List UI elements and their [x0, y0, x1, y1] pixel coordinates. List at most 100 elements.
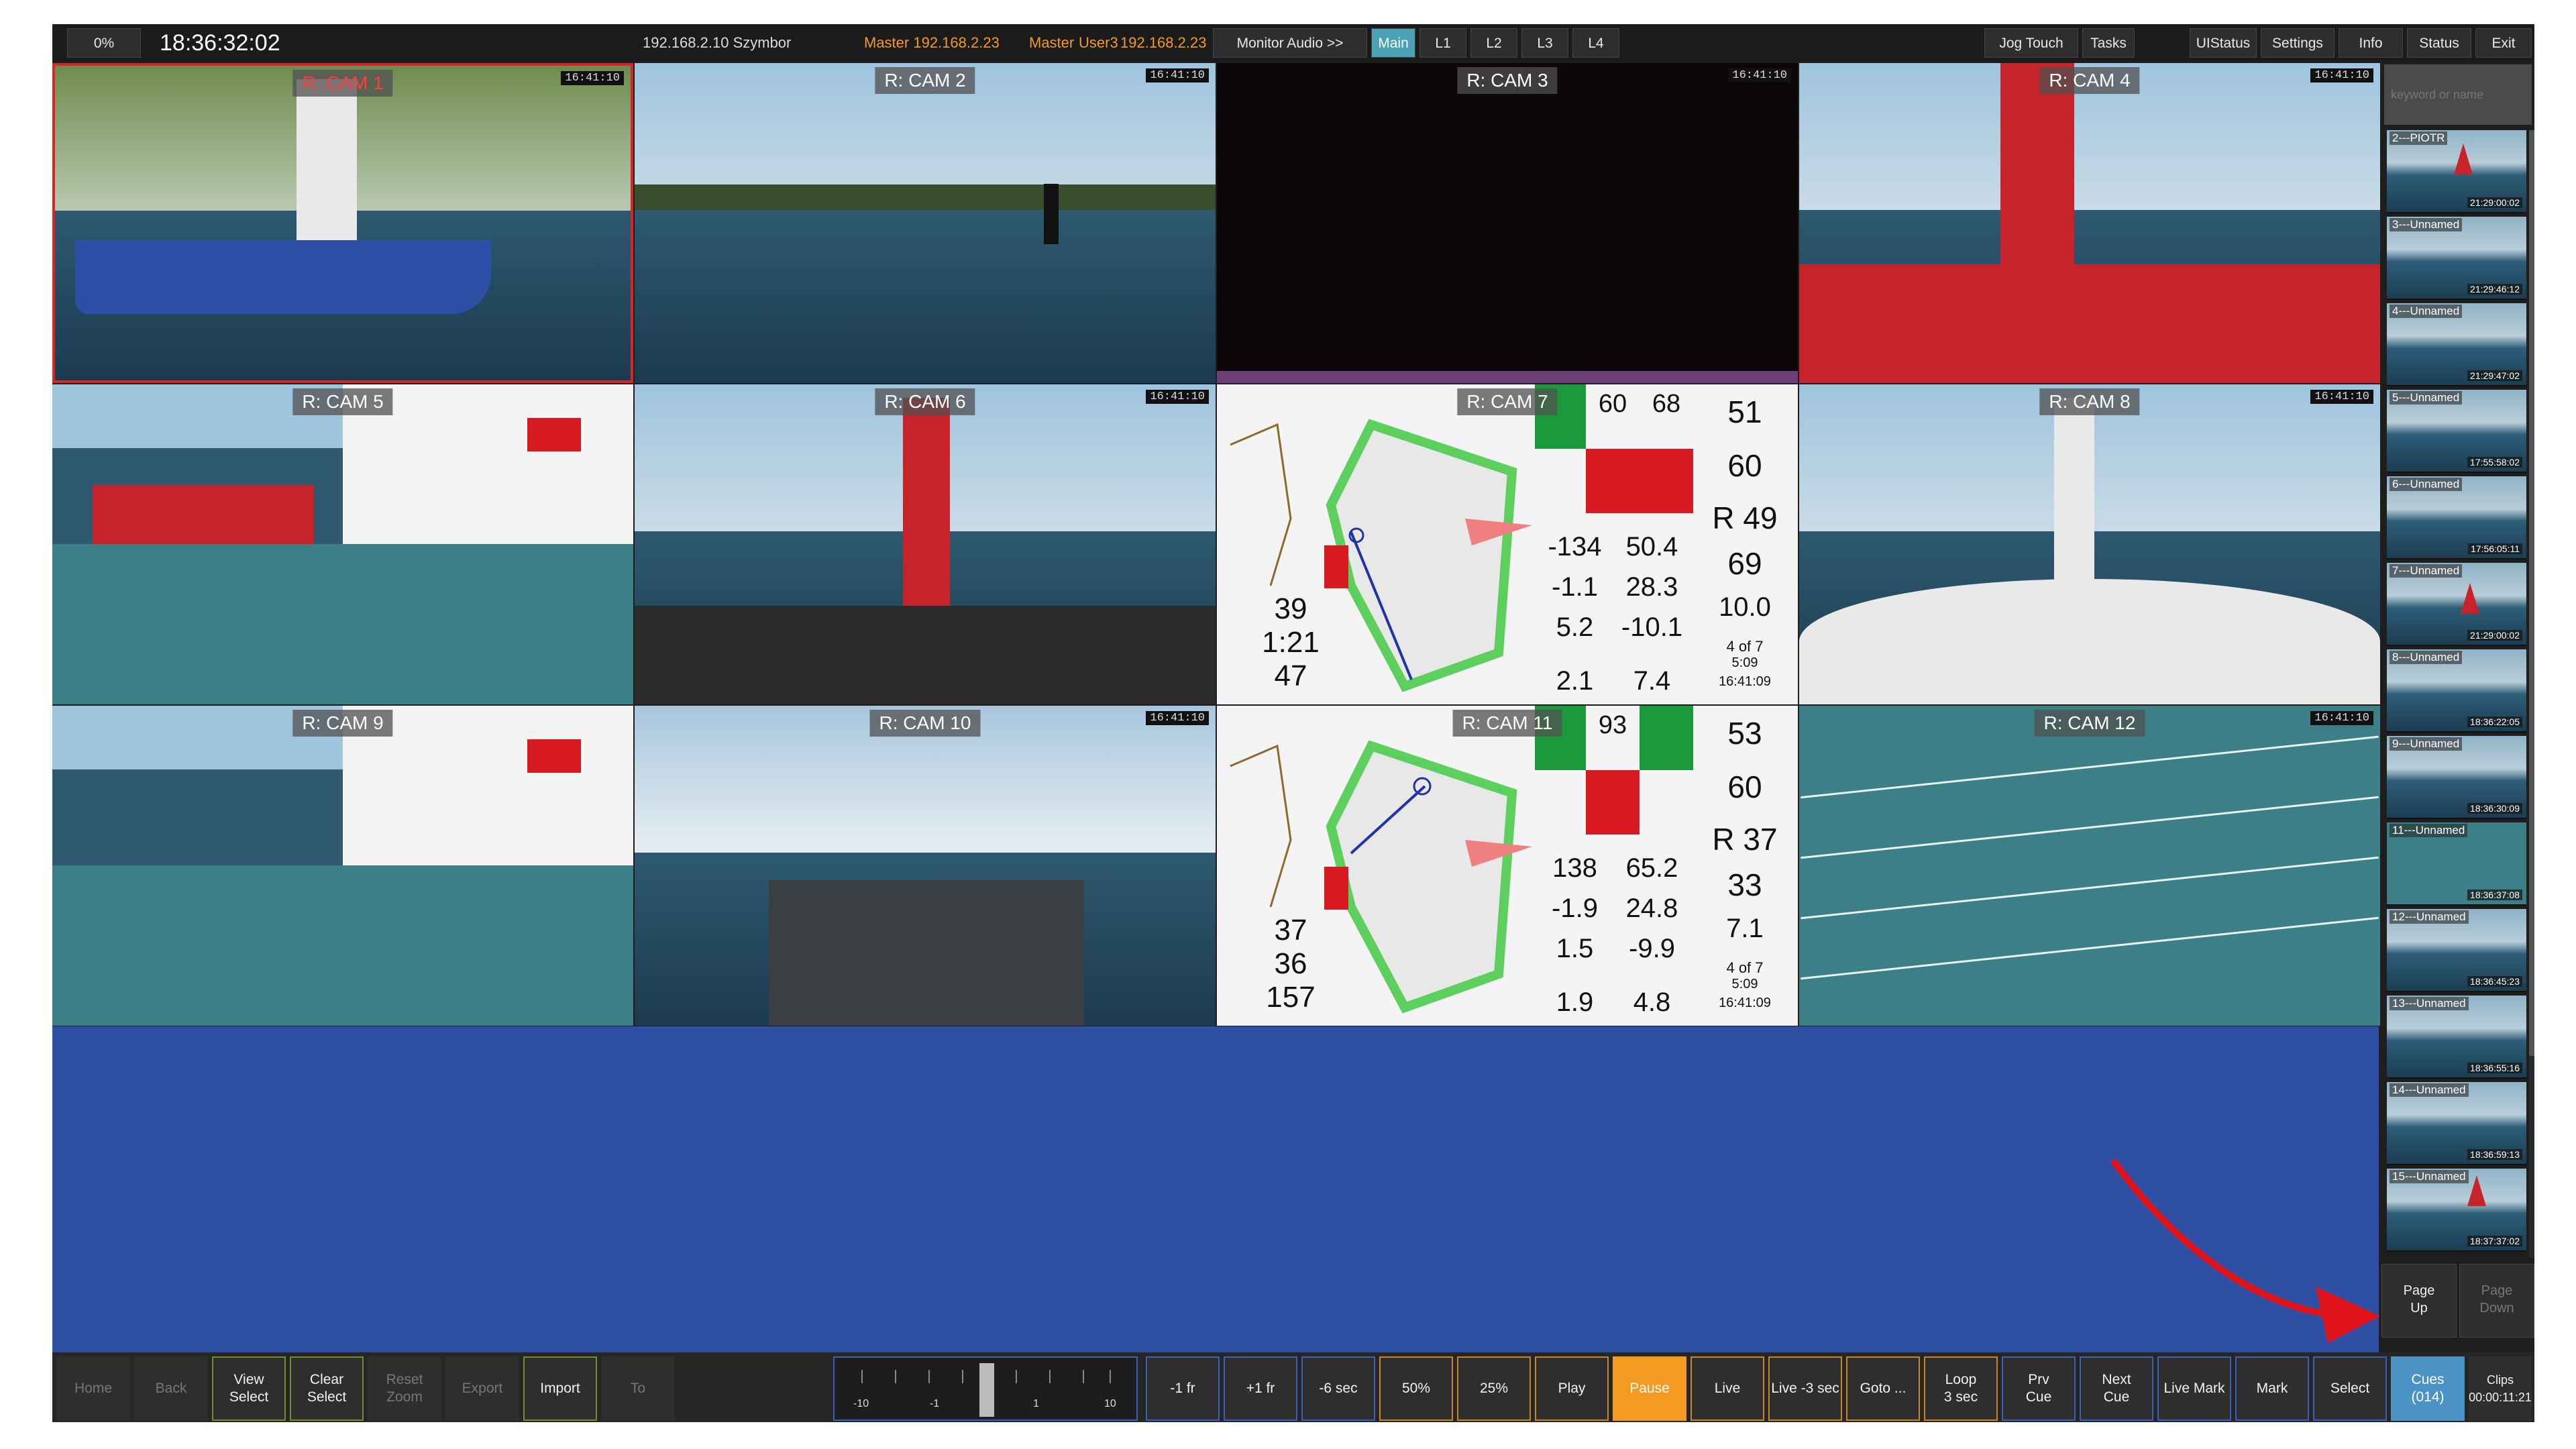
camera-label: R: CAM 1	[292, 70, 393, 97]
telemetry-value: 47	[1274, 659, 1307, 692]
clip-thumbnail[interactable]: 15---Unnamed 18:37:37:02	[2387, 1169, 2526, 1252]
play-button[interactable]: Play	[1535, 1356, 1609, 1421]
clip-time: 21:29:46:12	[2467, 284, 2522, 294]
plus-1-frame-button[interactable]: +1 fr	[1224, 1356, 1297, 1421]
cues-button[interactable]: Cues (014)	[2391, 1356, 2465, 1421]
clip-thumbnail[interactable]: 12---Unnamed 18:36:45:23	[2387, 909, 2526, 992]
clip-time: 18:36:37:08	[2467, 890, 2522, 900]
back-button[interactable]: Back	[134, 1356, 208, 1421]
jog-knob[interactable]	[979, 1363, 994, 1417]
clip-time: 21:29:00:02	[2467, 197, 2522, 208]
camera-tile-2[interactable]: R: CAM 2 16:41:10	[635, 63, 1216, 383]
camera-timecode: 16:41:10	[1728, 68, 1791, 83]
view-select-button[interactable]: View Select	[212, 1356, 286, 1421]
telemetry-value: 5:09	[1731, 977, 1758, 991]
telemetry-value: 1:21	[1262, 626, 1320, 659]
telemetry-value: 7.1	[1726, 914, 1764, 943]
telemetry-value: R 37	[1712, 822, 1778, 857]
info-button[interactable]: Info	[2339, 28, 2403, 58]
boat-deck	[769, 880, 1084, 1026]
next-cue-button[interactable]: Next Cue	[2080, 1356, 2153, 1421]
live-minus-3-sec-button[interactable]: Live -3 sec	[1768, 1356, 1842, 1421]
clip-time: 18:36:22:05	[2467, 716, 2522, 727]
clips-scrollbar-thumb[interactable]	[2529, 130, 2534, 1056]
live-mark-button[interactable]: Live Mark	[2157, 1356, 2231, 1421]
user-ip: 192.168.2.23	[1120, 34, 1207, 51]
clips-button[interactable]: Clips 00:00:11:21	[2469, 1356, 2532, 1421]
camera-tile-7[interactable]: 39 1:21 47 60 68 -134 50.4 -1.1 28.3 5.2…	[1217, 384, 1798, 704]
clip-thumbnail[interactable]: 8---Unnamed 18:36:22:05	[2387, 649, 2526, 733]
camera-tile-10[interactable]: R: CAM 10 16:41:10	[635, 706, 1216, 1026]
camera-tile-3[interactable]: R: CAM 3 16:41:10	[1217, 63, 1798, 383]
exit-button[interactable]: Exit	[2475, 28, 2532, 58]
camera-tile-12[interactable]: R: CAM 12 16:41:10	[1799, 706, 2380, 1026]
telemetry-value: 28.3	[1625, 572, 1678, 602]
clip-thumbnail[interactable]: 9---Unnamed 18:36:30:09	[2387, 736, 2526, 819]
tab-l3[interactable]: L3	[1521, 28, 1568, 58]
camera-tile-1[interactable]: R: CAM 1 16:41:10	[52, 63, 633, 383]
telemetry-value: 33	[1727, 867, 1762, 902]
tasks-button[interactable]: Tasks	[2082, 28, 2135, 58]
tab-main[interactable]: Main	[1371, 28, 1415, 58]
monitor-audio-button[interactable]: Monitor Audio >>	[1213, 28, 1367, 58]
status-button[interactable]: Status	[2407, 28, 2471, 58]
telemetry-value: 51	[1727, 394, 1762, 429]
clip-thumbnail[interactable]: 13---Unnamed 18:36:55:16	[2387, 996, 2526, 1079]
tab-l2[interactable]: L2	[1470, 28, 1517, 58]
telemetry-value: 60	[1598, 390, 1627, 418]
page-up-button[interactable]: Page Up	[2381, 1264, 2457, 1338]
camera-tile-8[interactable]: R: CAM 8 16:41:10	[1799, 384, 2380, 704]
import-button[interactable]: Import	[523, 1356, 597, 1421]
uistatus-button[interactable]: UIStatus	[2190, 28, 2257, 58]
settings-button[interactable]: Settings	[2261, 28, 2334, 58]
clip-thumbnail[interactable]: 7---Unnamed 21:29:00:02	[2387, 563, 2526, 646]
speed-50-button[interactable]: 50%	[1379, 1356, 1453, 1421]
minus-1-frame-button[interactable]: -1 fr	[1146, 1356, 1220, 1421]
camera-tile-6[interactable]: R: CAM 6 16:41:10	[635, 384, 1216, 704]
clip-thumbnail[interactable]: 3---Unnamed 21:29:46:12	[2387, 217, 2526, 300]
loop-3-sec-button[interactable]: Loop 3 sec	[1924, 1356, 1998, 1421]
reset-zoom-button[interactable]: Reset Zoom	[368, 1356, 441, 1421]
page-down-button[interactable]: Page Down	[2459, 1264, 2534, 1338]
boat-wing-sail	[2054, 398, 2094, 599]
boat-deck	[635, 606, 1216, 704]
to-button[interactable]: To	[601, 1356, 675, 1421]
tab-l1[interactable]: L1	[1419, 28, 1466, 58]
clip-thumbnail[interactable]: 5---Unnamed 17:55:58:02	[2387, 390, 2526, 473]
telemetry-value: 4.8	[1633, 987, 1671, 1017]
telemetry-value: 50.4	[1625, 532, 1678, 561]
previous-cue-button[interactable]: Prv Cue	[2002, 1356, 2076, 1421]
jog-touch-button[interactable]: Jog Touch	[1984, 28, 2078, 58]
pause-button[interactable]: Pause	[1613, 1356, 1686, 1421]
mark-button[interactable]: Mark	[2235, 1356, 2309, 1421]
clip-thumbnail[interactable]: 11---Unnamed 18:36:37:08	[2387, 822, 2526, 906]
live-button[interactable]: Live	[1690, 1356, 1764, 1421]
camera-tile-4[interactable]: R: CAM 4 16:41:10	[1799, 63, 2380, 383]
jog-shuttle-slider[interactable]: -10 -1 1 10	[833, 1356, 1138, 1421]
camera-label: R: CAM 5	[292, 388, 393, 415]
speed-25-button[interactable]: 25%	[1457, 1356, 1531, 1421]
telemetry-value: 5:09	[1731, 655, 1758, 670]
boat-wing-sail	[903, 398, 950, 619]
minus-6-sec-button[interactable]: -6 sec	[1301, 1356, 1375, 1421]
clip-thumbnail[interactable]: 14---Unnamed 18:36:59:13	[2387, 1082, 2526, 1165]
clip-thumbnail[interactable]: 4---Unnamed 21:29:47:02	[2387, 303, 2526, 386]
clip-search-input[interactable]	[2384, 64, 2532, 125]
clip-thumbnail[interactable]: 6---Unnamed 17:56:05:11	[2387, 476, 2526, 559]
home-button[interactable]: Home	[56, 1356, 130, 1421]
camera-label: R: CAM 10	[869, 710, 981, 737]
telemetry-value: -1.9	[1552, 894, 1598, 923]
clip-time: 18:36:45:23	[2467, 976, 2522, 987]
clip-thumbnail[interactable]: 2---PIOTR 21:29:00:02	[2387, 130, 2526, 213]
tab-l4[interactable]: L4	[1572, 28, 1619, 58]
camera-tile-9[interactable]: R: CAM 9	[52, 706, 633, 1026]
telemetry-value: 138	[1552, 853, 1597, 883]
clear-select-button[interactable]: Clear Select	[290, 1356, 364, 1421]
goto-button[interactable]: Goto ...	[1846, 1356, 1920, 1421]
camera-tile-11[interactable]: 37 36 157 93 138 65.2 -1.9 24.8 1.5 -9.9…	[1217, 706, 1798, 1026]
telemetry-bar	[527, 418, 581, 451]
telemetry-block	[1586, 449, 1693, 513]
select-button[interactable]: Select	[2313, 1356, 2387, 1421]
camera-tile-5[interactable]: R: CAM 5	[52, 384, 633, 704]
export-button[interactable]: Export	[445, 1356, 519, 1421]
